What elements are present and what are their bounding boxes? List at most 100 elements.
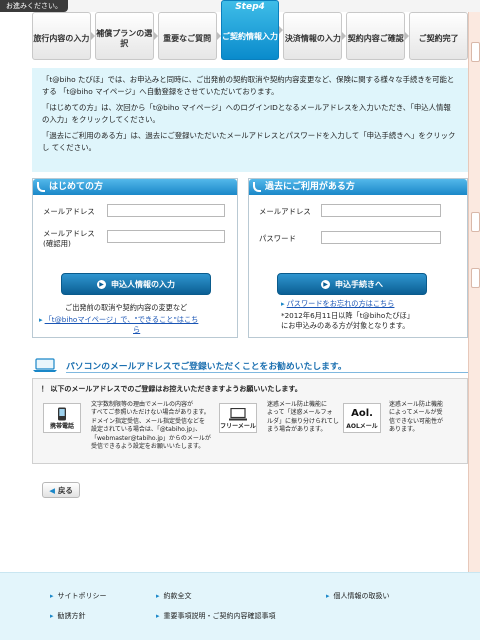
panel-header: はじめての方 bbox=[33, 179, 237, 195]
info-box: 「t@biho たびほ」では、お申込みと同時に、ご出発前の契約取消や契約内容変更… bbox=[32, 68, 468, 172]
forgot-password-link[interactable]: パスワードをお忘れの方はこちら bbox=[287, 299, 395, 308]
step-confirm-contract: 契約内容ご確認 bbox=[346, 12, 410, 60]
icon-caption: フリーメール bbox=[220, 423, 256, 430]
step-label: 旅行内容の入力 bbox=[33, 34, 90, 43]
side-panel bbox=[468, 12, 480, 572]
password-input[interactable] bbox=[321, 231, 441, 244]
back-label: 戻る bbox=[57, 485, 73, 495]
side-tab[interactable] bbox=[471, 42, 480, 62]
password-label: パスワード bbox=[259, 234, 296, 243]
footer-link-label: 勧誘方針 bbox=[57, 612, 86, 620]
mypage-note: ご出発前の取消や契約内容の変更など bbox=[65, 303, 188, 312]
text-line: すべてご参照いただけない場合があります。 bbox=[91, 409, 210, 417]
footer-link-site-policy[interactable]: ▸ サイトポリシー bbox=[50, 591, 107, 601]
step-progress-bar: 旅行内容の入力 補償プランの選択 重要なご質問 Step4 ご契約情報入力 決済… bbox=[32, 0, 469, 60]
info-paragraph: 「過去にご利用のある方」は、過去にご登録いただいたメールアドレスとパスワードを入… bbox=[42, 131, 456, 152]
email-label: メールアドレス bbox=[259, 207, 311, 216]
mypage-link[interactable]: 「t@bihoマイページ」で、"できること"はこち bbox=[45, 315, 199, 324]
monitor-icon bbox=[229, 408, 247, 421]
chevron-left-icon: ◀ bbox=[49, 485, 55, 495]
phone-icon bbox=[58, 407, 66, 421]
step-payment-info: 決済情報の入力 bbox=[283, 12, 347, 60]
step-plan-selection: 補償プランの選択 bbox=[94, 12, 158, 60]
footer-link-privacy[interactable]: ▸ 個人情報の取扱い bbox=[326, 591, 390, 601]
icon-caption: 携帯電話 bbox=[49, 423, 74, 430]
text-line: 設定されている場合は、「@tabiho.jp」、 bbox=[91, 426, 202, 434]
step-label: 重要なご質問 bbox=[163, 34, 212, 43]
recommend-title: パソコンのメールアドレスでご登録いただくことをお勧めいたします。 bbox=[66, 362, 347, 372]
triangle-right-icon: ▸ bbox=[50, 612, 54, 620]
step-label: 契約内容ご確認 bbox=[347, 34, 404, 43]
step-important-questions: 重要なご質問 bbox=[157, 12, 221, 60]
step-complete: ご契約完了 bbox=[409, 12, 469, 60]
step-number: Step4 bbox=[235, 2, 265, 12]
aol-warning-text: 迷惑メール防止機能 によってメールが受 信できない可能性が あります。 bbox=[389, 401, 443, 435]
laptop-icon bbox=[33, 358, 57, 372]
hook-icon bbox=[253, 182, 261, 192]
text-line: ドメイン指定受信、メール指定受信などを bbox=[91, 417, 206, 425]
step-label: ご契約情報入力 bbox=[222, 32, 278, 41]
panel-title: はじめての方 bbox=[49, 182, 104, 192]
top-notice: お進みください。 bbox=[0, 0, 68, 12]
panel-header: 過去にご利用がある方 bbox=[249, 179, 467, 195]
applicant-info-button[interactable]: ▶ 申込人情報の入力 bbox=[61, 273, 211, 295]
hook-icon bbox=[37, 182, 45, 192]
eligibility-note: *2012年6月11日以降「t@bihoたびほ」 bbox=[281, 311, 414, 320]
email-confirm-input[interactable] bbox=[107, 230, 225, 243]
free-mail-warning-text: 迷惑メール防止機能に よって「迷惑メールフォ ルダ」に振り分けられてし まう場合… bbox=[267, 401, 339, 435]
triangle-right-icon: ▸ bbox=[156, 612, 160, 620]
returning-user-panel: 過去にご利用がある方 メールアドレス パスワード ▶ 申込手続きへ ▸ パスワード… bbox=[248, 178, 468, 338]
text-line: 「webmaster@tabiho.jp」からのメールが bbox=[91, 434, 211, 442]
info-paragraph: 「はじめての方」は、次回から「t@biho マイページ」へのログインIDとなるメ… bbox=[42, 103, 451, 124]
divider bbox=[66, 372, 468, 373]
eligibility-note: にお申込みのある方が対象となります。 bbox=[281, 321, 410, 330]
step-label: 決済情報の入力 bbox=[284, 34, 341, 43]
side-tab[interactable] bbox=[471, 268, 480, 288]
text-line: まう場合があります。 bbox=[267, 426, 327, 434]
triangle-right-icon: ▸ bbox=[156, 592, 160, 600]
forgot-password-row[interactable]: ▸ パスワードをお忘れの方はこちら bbox=[281, 299, 394, 309]
login-email-input[interactable] bbox=[321, 204, 441, 217]
triangle-right-icon: ▸ bbox=[326, 592, 330, 600]
step-label: ご契約完了 bbox=[418, 34, 459, 43]
mobile-phone-icon: 携帯電話 bbox=[43, 403, 81, 433]
footer: ▸ サイトポリシー ▸ 約款全文 ▸ 個人情報の取扱い ▸ 勧誘方針 ▸ 重要事項説明・ご… bbox=[0, 572, 480, 640]
footer-link-label: サイトポリシー bbox=[57, 592, 107, 600]
triangle-right-icon: ▸ bbox=[50, 592, 54, 600]
arrow-right-icon: ▸ bbox=[39, 315, 43, 324]
info-paragraph: 「t@biho たびほ」では、お申込みと同時に、ご出発前の契約取消や契約内容変更… bbox=[42, 75, 455, 96]
side-tab[interactable] bbox=[471, 212, 480, 232]
aol-logo: Aol. bbox=[351, 408, 373, 419]
arrow-right-icon: ▸ bbox=[281, 299, 285, 308]
first-time-panel: はじめての方 メールアドレス メールアドレス (確認用) ▶ 申込人情報の入力 … bbox=[32, 178, 238, 338]
chevron-right-icon: ▶ bbox=[321, 279, 330, 289]
step-label: 補償プランの選択 bbox=[96, 29, 153, 48]
proceed-button[interactable]: ▶ 申込手続きへ bbox=[277, 273, 427, 295]
text-line: 信できない可能性が bbox=[389, 417, 444, 425]
text-line: あります。 bbox=[389, 426, 419, 434]
footer-link-label: 個人情報の取扱い bbox=[333, 592, 390, 600]
footer-link-solicitation-policy[interactable]: ▸ 勧誘方針 bbox=[50, 611, 86, 621]
icon-caption: AOLメール bbox=[346, 423, 378, 430]
recommend-header: パソコンのメールアドレスでご登録いただくことをお勧めいたします。 bbox=[32, 356, 468, 374]
aol-mail-icon: Aol. AOLメール bbox=[343, 403, 381, 433]
text-line: 受信できるよう設定をお願いいたします。 bbox=[91, 443, 205, 451]
step-contract-info-current: Step4 ご契約情報入力 bbox=[220, 0, 284, 60]
recommend-note: ！ 以下のメールアドレスでのご登録はお控えいただきますようお願いいたします。 bbox=[41, 385, 302, 393]
text-line: ルダ」に振り分けられてし bbox=[267, 417, 339, 425]
mypage-link-tail-text[interactable]: ら bbox=[133, 325, 140, 334]
email-input[interactable] bbox=[107, 204, 225, 217]
footer-link-label: 約款全文 bbox=[163, 592, 192, 600]
back-button[interactable]: ◀ 戻る bbox=[42, 482, 80, 498]
email-confirm-sublabel: (確認用) bbox=[43, 239, 71, 248]
footer-link-important-matters[interactable]: ▸ 重要事項説明・ご契約内容確認事項 bbox=[156, 611, 276, 621]
text-line: によってメールが受 bbox=[389, 409, 443, 417]
recommend-box: ！ 以下のメールアドレスでのご登録はお控えいただきますようお願いいたします。 携… bbox=[32, 378, 468, 464]
mypage-link-row[interactable]: ▸ 「t@bihoマイページ」で、"できること"はこち bbox=[39, 315, 198, 325]
chevron-right-icon: ▶ bbox=[97, 279, 106, 289]
footer-link-terms[interactable]: ▸ 約款全文 bbox=[156, 591, 192, 601]
step-travel-details: 旅行内容の入力 bbox=[32, 12, 95, 60]
email-confirm-label: メールアドレス bbox=[43, 229, 95, 238]
email-label: メールアドレス bbox=[43, 207, 95, 216]
mypage-link-tail[interactable]: ら bbox=[133, 325, 140, 335]
